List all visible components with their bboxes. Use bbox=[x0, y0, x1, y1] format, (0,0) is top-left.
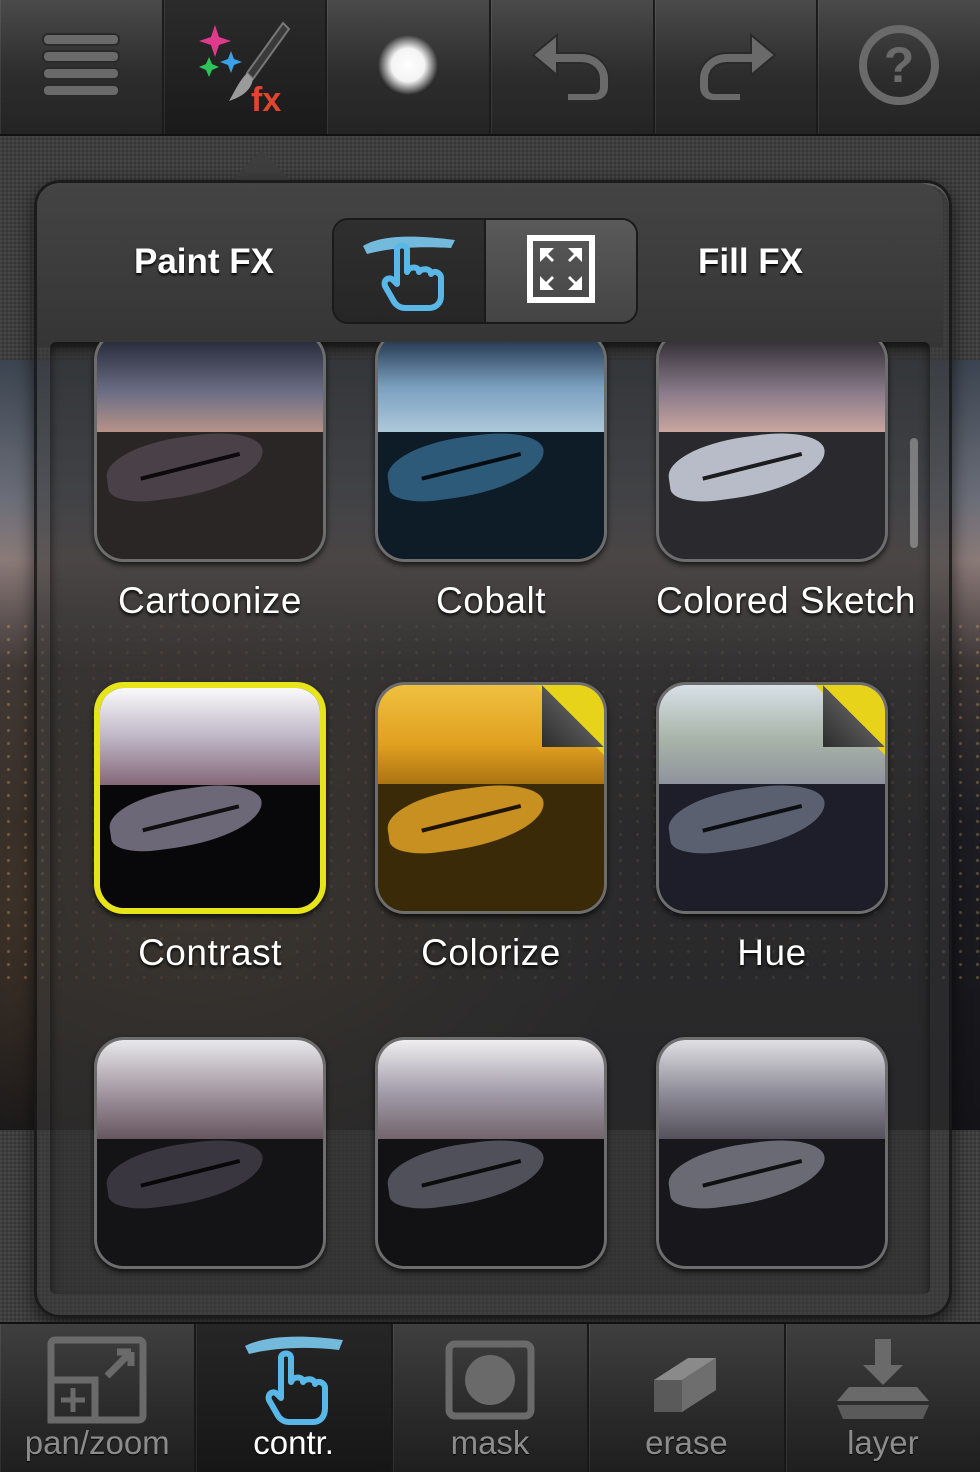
effect-cobalt[interactable]: Cobalt bbox=[375, 342, 607, 622]
erase-button[interactable]: erase bbox=[589, 1324, 786, 1472]
effects-grid[interactable]: Cartoonize Cobalt Colored Sketch Contras… bbox=[50, 342, 930, 1294]
menu-button[interactable] bbox=[0, 0, 164, 134]
erase-label: erase bbox=[645, 1424, 728, 1461]
effect-label: Cobalt bbox=[436, 580, 546, 621]
layer-button[interactable]: layer bbox=[786, 1324, 980, 1472]
fill-fx-label[interactable]: Fill FX bbox=[698, 242, 803, 282]
redo-button[interactable] bbox=[655, 0, 819, 134]
help-icon: ? bbox=[856, 22, 942, 113]
effect-label: Hue bbox=[737, 932, 807, 973]
contrast-tool-button[interactable]: contr. bbox=[196, 1324, 393, 1472]
effect-hue[interactable]: Hue bbox=[656, 682, 888, 974]
effect-row3-right[interactable] bbox=[656, 1037, 888, 1287]
fill-fx-mode-button[interactable] bbox=[484, 220, 636, 322]
pan-zoom-label: pan/zoom bbox=[24, 1424, 170, 1461]
mask-button[interactable]: mask bbox=[393, 1324, 590, 1472]
effect-label: Cartoonize bbox=[118, 580, 302, 621]
effect-thumbnail[interactable] bbox=[94, 1037, 326, 1269]
finger-touch-icon bbox=[359, 226, 459, 317]
effect-thumbnail[interactable] bbox=[375, 682, 607, 914]
effect-thumbnail[interactable] bbox=[656, 1037, 888, 1269]
effect-thumbnail[interactable] bbox=[656, 342, 888, 562]
brush-size-button[interactable] bbox=[327, 0, 492, 134]
effect-label: Colorize bbox=[421, 932, 561, 973]
effect-contrast[interactable]: Contrast bbox=[94, 682, 326, 974]
eraser-icon bbox=[646, 1340, 726, 1425]
layer-label: layer bbox=[847, 1424, 919, 1461]
redo-icon bbox=[691, 25, 781, 110]
effect-colorize[interactable]: Colorize bbox=[375, 682, 607, 974]
brush-size-icon bbox=[373, 30, 443, 105]
menu-icon bbox=[41, 30, 121, 105]
effect-thumbnail-selected[interactable] bbox=[94, 682, 326, 914]
layer-icon bbox=[835, 1335, 931, 1430]
effect-label: Colored Sketch bbox=[656, 580, 916, 621]
paint-fx-label[interactable]: Paint FX bbox=[134, 242, 274, 282]
effect-cartoonize[interactable]: Cartoonize bbox=[94, 342, 326, 622]
fx-paint-icon: fx bbox=[195, 15, 295, 120]
svg-text:?: ? bbox=[884, 37, 915, 93]
effect-halftone[interactable] bbox=[94, 1037, 326, 1287]
top-toolbar: fx ? bbox=[0, 0, 980, 136]
mask-label: mask bbox=[450, 1424, 530, 1461]
pan-zoom-icon bbox=[47, 1336, 147, 1429]
effect-thumbnail[interactable] bbox=[375, 342, 607, 562]
effects-scroll-indicator[interactable] bbox=[910, 438, 918, 548]
effect-colored-sketch[interactable]: Colored Sketch bbox=[656, 342, 916, 622]
help-button[interactable]: ? bbox=[818, 0, 980, 134]
fullscreen-fill-icon bbox=[526, 234, 596, 309]
bottom-toolbar: pan/zoom contr. mask erase layer bbox=[0, 1322, 980, 1472]
svg-text:fx: fx bbox=[251, 81, 281, 115]
effect-row3-middle[interactable] bbox=[375, 1037, 607, 1287]
effect-thumbnail[interactable] bbox=[656, 682, 888, 914]
effect-thumbnail[interactable] bbox=[375, 1037, 607, 1269]
pan-zoom-button[interactable]: pan/zoom bbox=[0, 1324, 197, 1472]
finger-touch-icon bbox=[239, 1332, 349, 1433]
fx-mode-toggle bbox=[332, 218, 638, 324]
contrast-tool-label: contr. bbox=[253, 1424, 334, 1461]
undo-icon bbox=[527, 25, 617, 110]
fx-tool-button[interactable]: fx bbox=[163, 0, 328, 134]
paint-fx-mode-button[interactable] bbox=[334, 220, 484, 322]
effect-label: Contrast bbox=[138, 932, 282, 973]
page-curl-icon bbox=[823, 685, 885, 747]
effect-thumbnail[interactable] bbox=[94, 342, 326, 562]
mask-icon bbox=[445, 1340, 535, 1425]
page-curl-icon bbox=[542, 685, 604, 747]
undo-button[interactable] bbox=[491, 0, 655, 134]
panel-pointer bbox=[232, 150, 292, 182]
